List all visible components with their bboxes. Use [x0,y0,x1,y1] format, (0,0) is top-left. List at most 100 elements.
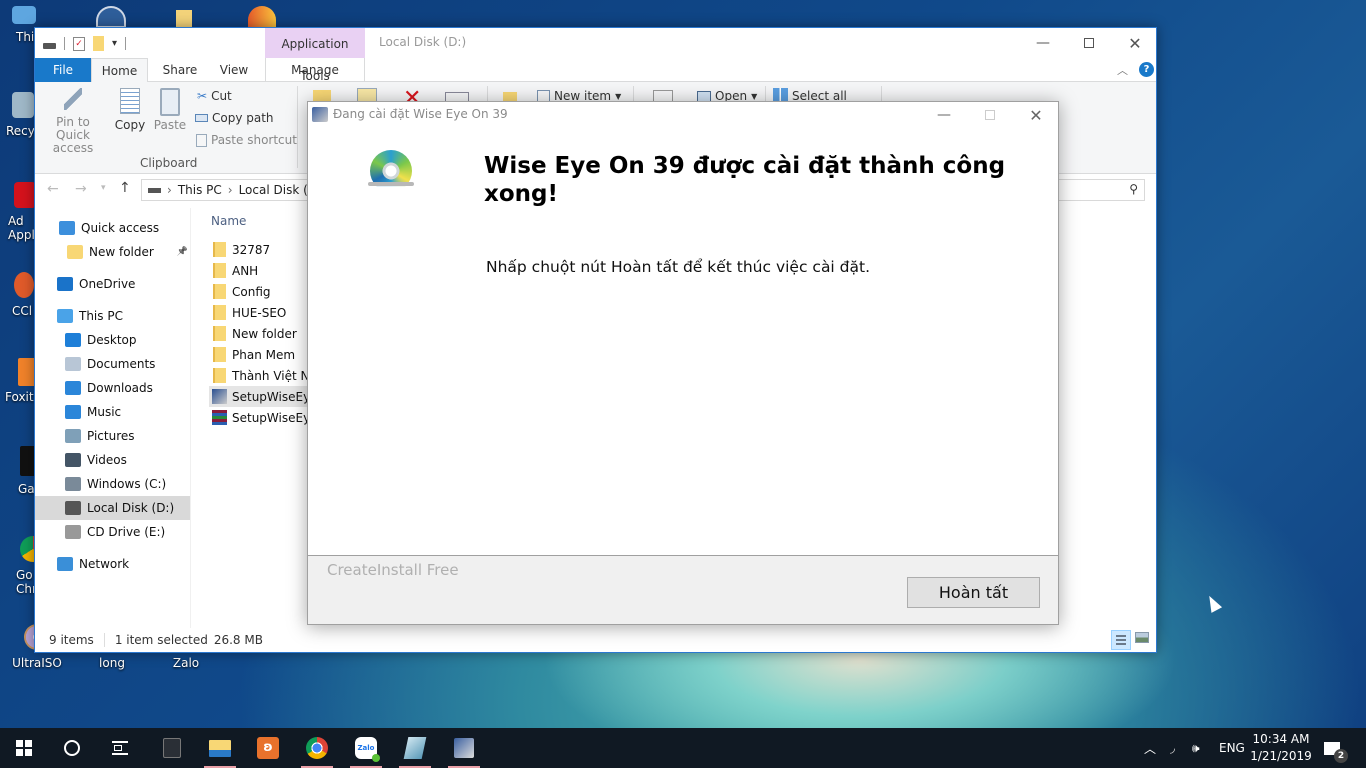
new-folder-icon[interactable] [93,36,104,51]
computer-icon [57,309,73,323]
show-hidden-icons-button[interactable]: ︿ [1144,728,1156,768]
taskbar-app-clipboard[interactable] [148,728,196,768]
nav-item-label: CD Drive (E:) [87,525,166,539]
cloud-icon [57,277,73,291]
desktop-icon-label: Zalo [172,656,200,670]
nav-item-cd-drive-e[interactable]: CD Drive (E:) [35,520,190,544]
nav-item-documents[interactable]: Documents [35,352,190,376]
copy-icon [120,88,140,114]
file-row[interactable]: Config [209,281,321,302]
speaker-icon: 🕪 [1192,740,1200,755]
large-icons-view-button[interactable] [1135,632,1149,643]
file-row[interactable]: SetupWiseEye [209,407,321,428]
paste-icon [160,88,180,116]
videos-icon [65,453,81,467]
file-row[interactable]: New folder [209,323,321,344]
tab-manage[interactable]: Manage [265,58,365,82]
copy-button[interactable]: Copy [113,88,147,132]
installer-maximize-button[interactable] [967,102,1013,128]
start-button[interactable] [0,728,48,768]
search-icon: ⚲ [1129,182,1138,196]
desktop-icon-zalo[interactable]: Zalo [150,656,222,670]
action-center-button[interactable]: 2 [1324,728,1348,768]
details-view-button[interactable] [1111,630,1131,650]
taskbar-app-xampp[interactable]: ʚ [244,728,292,768]
mouse-cursor [1203,593,1223,613]
nav-item-music[interactable]: Music [35,400,190,424]
copy-path-button[interactable]: Copy path [195,111,274,125]
forward-button[interactable]: → [75,181,87,197]
paste-button[interactable]: Paste [153,88,187,132]
file-row[interactable]: SetupWiseEye [209,386,321,407]
installer-close-button[interactable]: ✕ [1013,102,1059,128]
help-icon[interactable]: ? [1139,62,1154,77]
file-row[interactable]: 32787 [209,239,321,260]
nav-item-quick-access[interactable]: Quick access [35,216,190,240]
explorer-title-bar[interactable]: ✓ ▾ Application Tools Local Disk (D:) — … [35,28,1158,83]
firefox-desktop-icon[interactable] [248,6,276,28]
breadcrumb-this-pc[interactable]: This PC [178,183,222,197]
cd-drive-icon [65,525,81,539]
nav-item-videos[interactable]: Videos [35,448,190,472]
divider [297,86,298,168]
pictures-icon [65,429,81,443]
column-header-name[interactable]: Name [211,214,246,228]
taskbar-app-zalo[interactable]: Zalo [342,728,390,768]
tab-share[interactable]: Share [155,58,205,82]
taskbar-app-chrome[interactable] [293,728,341,768]
minimize-button[interactable]: — [1020,28,1066,58]
collapse-ribbon-icon[interactable]: ︿ [1117,62,1128,78]
clock[interactable]: 10:34 AM 1/21/2019 [1250,728,1312,768]
nav-item-new-folder[interactable]: New folder 📌 [35,240,190,264]
recent-locations-button[interactable]: ▾ [101,183,106,193]
taskbar-app-notepad[interactable] [391,728,439,768]
search-button[interactable] [48,728,96,768]
yahoo-desktop-icon[interactable] [96,6,126,28]
notification-count: 2 [1334,748,1348,763]
close-button[interactable]: ✕ [1112,28,1158,58]
nav-item-network[interactable]: Network [35,552,190,576]
properties-icon[interactable]: ✓ [73,36,85,51]
installer-icon [454,738,474,758]
nav-item-label: Downloads [87,381,153,395]
nav-item-pictures[interactable]: Pictures [35,424,190,448]
network-tray-button[interactable]: ◞ [1170,728,1175,768]
nav-item-this-pc[interactable]: This PC [35,304,190,328]
language-indicator[interactable]: ENG [1219,728,1245,768]
desktop-icon-long[interactable]: long [76,656,148,670]
file-name: ANH [232,263,259,278]
pin-to-quick-access-button[interactable]: Pin to Quick access [41,88,105,155]
taskbar-app-installer[interactable] [440,728,488,768]
nav-item-downloads[interactable]: Downloads [35,376,190,400]
installer-minimize-button[interactable]: — [921,102,967,128]
file-row[interactable]: Phan Mem [209,344,321,365]
tab-file[interactable]: File [35,58,91,82]
ribbon-tabs: File Home Share View Manage ︿ ? [35,58,1156,83]
file-row[interactable]: HUE-SEO [209,302,321,323]
back-button[interactable]: ← [47,181,59,197]
nav-item-onedrive[interactable]: OneDrive [35,272,190,296]
up-button[interactable]: ↑ [119,180,131,196]
volume-tray-button[interactable]: 🕪 [1192,728,1200,768]
folder-desktop-icon[interactable] [176,10,192,28]
maximize-button[interactable] [1066,28,1112,58]
task-view-button[interactable] [96,728,144,768]
cut-button[interactable]: ✂ Cut [197,89,232,103]
installer-dialog: Đang cài đặt Wise Eye On 39 — ✕ Wise Eye… [307,101,1059,625]
taskbar-app-file-explorer[interactable] [196,728,244,768]
paste-shortcut-button[interactable]: Paste shortcut [196,133,297,147]
nav-item-desktop[interactable]: Desktop [35,328,190,352]
tab-home[interactable]: Home [91,58,148,83]
installer-title-bar[interactable]: Đang cài đặt Wise Eye On 39 — ✕ [308,102,1058,128]
folder-icon [213,284,226,299]
tab-view[interactable]: View [211,58,257,82]
quick-access-toolbar: ✓ ▾ [43,36,127,51]
file-row[interactable]: ANH [209,260,321,281]
finish-button[interactable]: Hoàn tất [907,577,1040,608]
customize-qat-icon[interactable]: ▾ [112,38,117,49]
nav-item-windows-c[interactable]: Windows (C:) [35,472,190,496]
nav-item-local-disk-d[interactable]: Local Disk (D:) [35,496,190,520]
search-input[interactable]: ⚲ [1045,179,1145,201]
pin-icon[interactable]: 📌 [177,247,188,257]
file-row[interactable]: Thành Việt Nh [209,365,321,386]
